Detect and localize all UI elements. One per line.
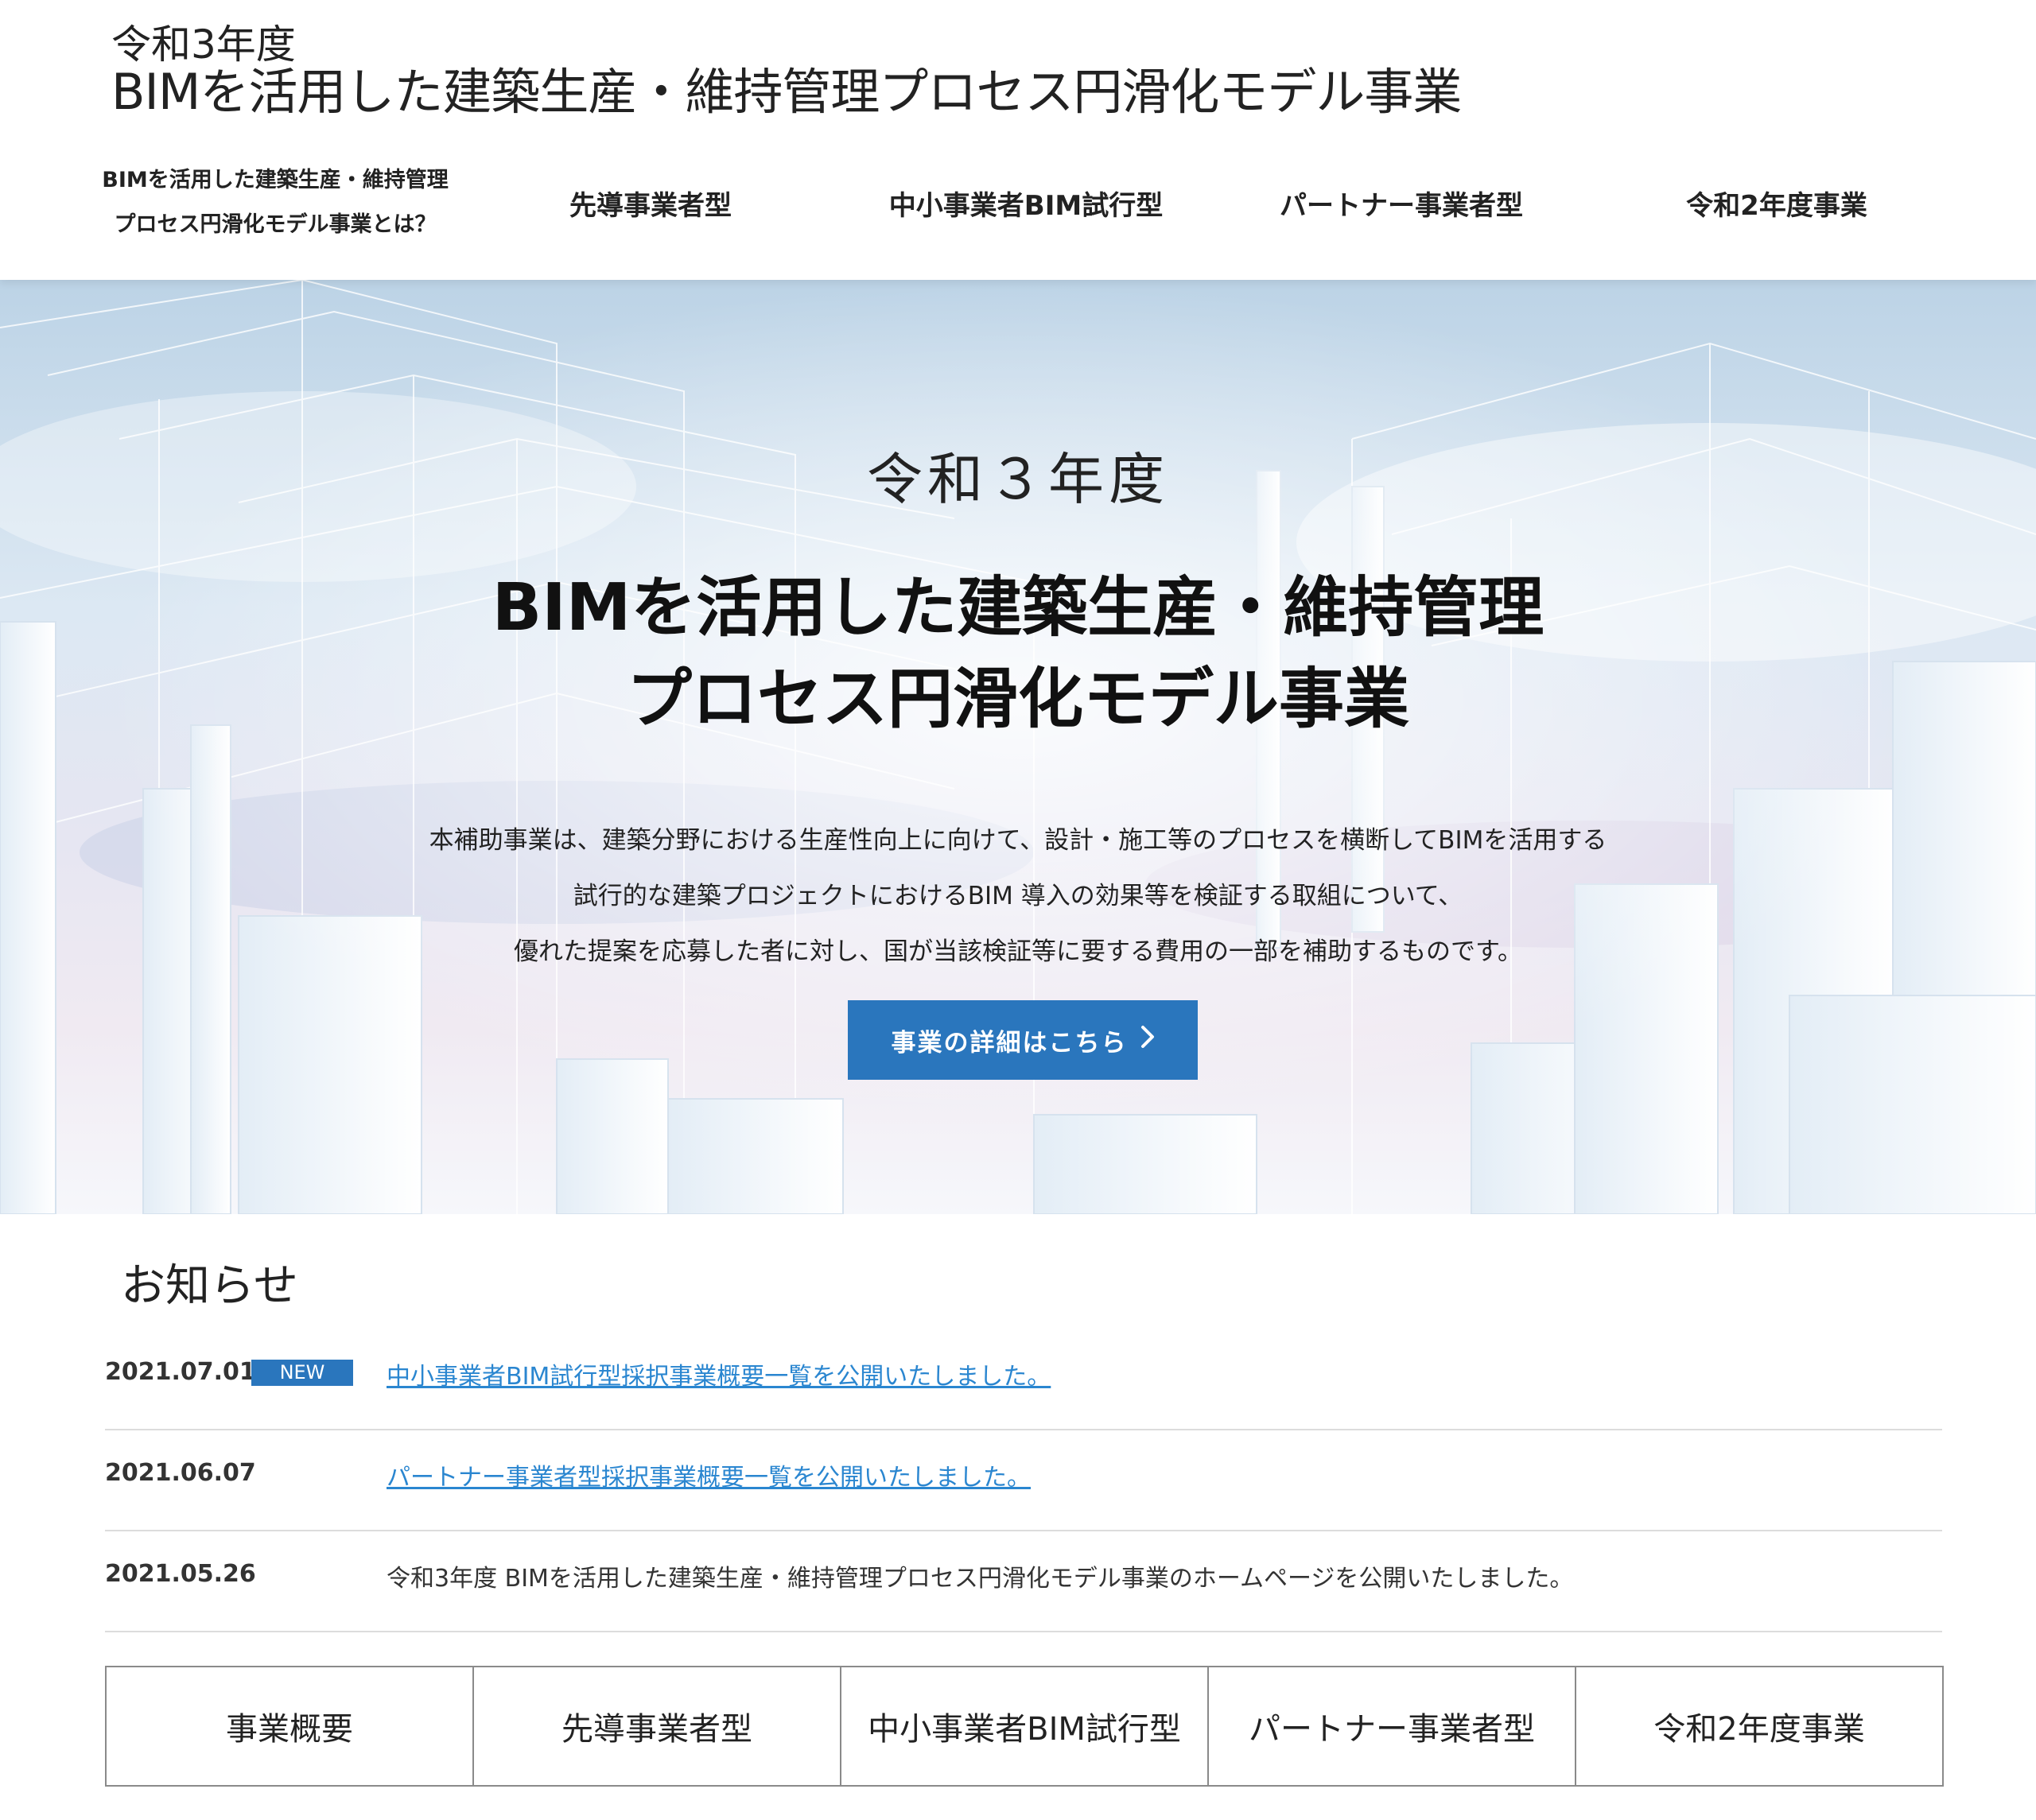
bottom-nav-overview[interactable]: 事業概要	[107, 1667, 474, 1785]
hero-desc-line2: 試行的な建築プロジェクトにおけるBIM 導入の効果等を検証する取組について、	[573, 882, 1463, 910]
nav-item-partner[interactable]: パートナー事業者型	[1214, 143, 1589, 262]
bottom-nav-partner[interactable]: パートナー事業者型	[1209, 1667, 1576, 1785]
nav-item-r2[interactable]: 令和2年度事業	[1589, 143, 1964, 262]
site-title-link[interactable]: 令和3年度 BIMを活用した建築生産・維持管理プロセス円滑化モデル事業	[111, 21, 1462, 121]
news-text: 令和3年度 BIMを活用した建築生産・維持管理プロセス円滑化モデル事業のホームペ…	[387, 1565, 1574, 1593]
news-item: 2021.06.07 パートナー事業者型採択事業概要一覧を公開いたしました。	[105, 1430, 1942, 1531]
hero-title-line2: プロセス円滑化モデル事業	[626, 662, 1409, 737]
hero-title-line1: BIMを活用した建築生産・維持管理	[492, 570, 1544, 646]
details-button-label: 事業の詳細はこちら	[891, 1028, 1128, 1057]
news-item: 2021.05.26 令和3年度 BIMを活用した建築生産・維持管理プロセス円滑…	[105, 1531, 1942, 1632]
news-item: 2021.07.01 NEW 中小事業者BIM試行型採択事業概要一覧を公開いたし…	[105, 1329, 1942, 1430]
news-date: 2021.06.07	[105, 1459, 256, 1487]
main-nav: BIMを活用した建築生産・維持管理 プロセス円滑化モデル事業とは？ 先導事業者型…	[87, 143, 1964, 262]
site-title-main: BIMを活用した建築生産・維持管理プロセス円滑化モデル事業	[111, 62, 1462, 121]
nav-item-sme-trial[interactable]: 中小事業者BIM試行型	[838, 143, 1214, 262]
hero-content: 令和３年度 BIMを活用した建築生産・維持管理 プロセス円滑化モデル事業 本補助…	[0, 280, 2036, 1214]
hero-title: BIMを活用した建築生産・維持管理 プロセス円滑化モデル事業	[0, 562, 2036, 745]
bottom-nav-r2[interactable]: 令和2年度事業	[1576, 1667, 1942, 1785]
chevron-right-icon	[1140, 1024, 1155, 1056]
news-list: 2021.07.01 NEW 中小事業者BIM試行型採択事業概要一覧を公開いたし…	[105, 1329, 1942, 1632]
bottom-nav-leading[interactable]: 先導事業者型	[474, 1667, 841, 1785]
nav-item-about[interactable]: BIMを活用した建築生産・維持管理 プロセス円滑化モデル事業とは？	[87, 143, 463, 262]
news-link[interactable]: パートナー事業者型採択事業概要一覧を公開いたしました。	[387, 1457, 1031, 1492]
hero-year: 令和３年度	[867, 447, 1169, 512]
hero-desc-line1: 本補助事業は、建築分野における生産性向上に向けて、設計・施工等のプロセスを横断し…	[429, 826, 1607, 855]
details-button[interactable]: 事業の詳細はこちら	[848, 1000, 1198, 1080]
hero-desc-line3: 優れた提案を応募した者に対し、国が当該検証等に要する費用の一部を補助するものです…	[514, 937, 1522, 966]
news-date: 2021.05.26	[105, 1560, 256, 1588]
hero-description: 本補助事業は、建築分野における生産性向上に向けて、設計・施工等のプロセスを横断し…	[0, 813, 2036, 980]
site-header: 令和3年度 BIMを活用した建築生産・維持管理プロセス円滑化モデル事業 BIMを…	[0, 0, 2036, 280]
site-title-year: 令和3年度	[111, 21, 296, 68]
bottom-nav-sme-trial[interactable]: 中小事業者BIM試行型	[841, 1667, 1209, 1785]
nav-item-leading[interactable]: 先導事業者型	[463, 143, 838, 262]
news-date: 2021.07.01	[105, 1358, 256, 1386]
news-heading: お知らせ	[121, 1260, 298, 1312]
bottom-nav: 事業概要 先導事業者型 中小事業者BIM試行型 パートナー事業者型 令和2年度事…	[105, 1666, 1944, 1787]
new-badge: NEW	[251, 1360, 353, 1386]
news-link[interactable]: 中小事業者BIM試行型採択事業概要一覧を公開いたしました。	[387, 1356, 1051, 1391]
hero-section: 令和３年度 BIMを活用した建築生産・維持管理 プロセス円滑化モデル事業 本補助…	[0, 280, 2036, 1214]
